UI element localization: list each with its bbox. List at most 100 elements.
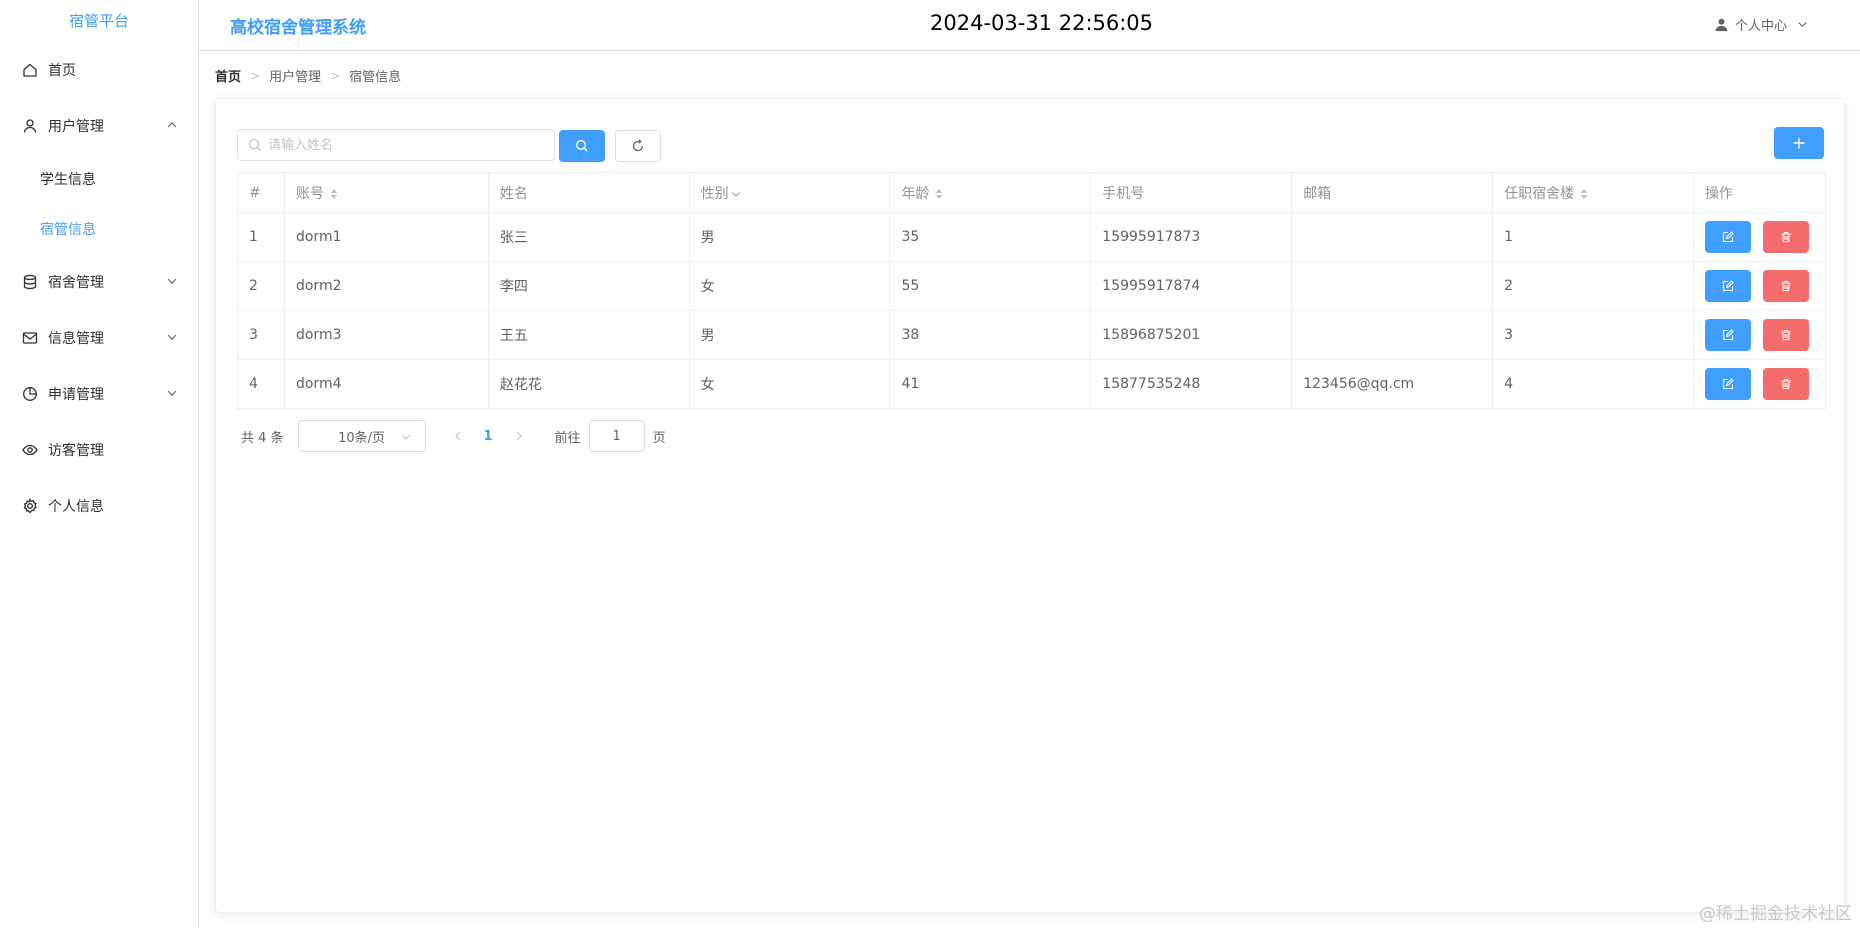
cell-building: 4 — [1492, 359, 1694, 409]
cell-actions — [1692, 261, 1827, 311]
cell-age: 41 — [889, 359, 1092, 409]
column-header-gender[interactable]: 性别 — [688, 172, 891, 213]
chevron-down-icon — [401, 435, 410, 440]
column-header-building[interactable]: 任职宿舍楼 — [1492, 172, 1694, 213]
pie-chart-icon — [22, 386, 38, 402]
next-page-button[interactable] — [513, 430, 525, 442]
search-icon — [248, 138, 261, 151]
sidebar-item-dorm-management[interactable]: 宿舍管理 — [0, 254, 198, 310]
sidebar-item-user-management[interactable]: 用户管理 — [0, 98, 198, 154]
sidebar-subitem-dorm-manager-info[interactable]: 宿管信息 — [0, 204, 198, 254]
sort-icon[interactable] — [1579, 188, 1589, 200]
delete-button[interactable] — [1762, 368, 1809, 400]
sidebar-item-label: 访客管理 — [48, 443, 104, 459]
sidebar-item-label: 宿舍管理 — [48, 275, 104, 291]
cell-name: 张三 — [487, 212, 690, 262]
cell-actions — [1692, 359, 1827, 409]
refresh-icon — [632, 139, 644, 152]
table-row: 4 dorm4 赵花花 女 41 15877535248 123456@qq.c… — [237, 359, 1827, 409]
chevron-up-icon — [166, 119, 178, 131]
search-input[interactable] — [268, 137, 548, 153]
sidebar-subitem-label: 宿管信息 — [40, 222, 96, 238]
gear-icon — [22, 498, 38, 514]
column-header-age[interactable]: 年龄 — [889, 172, 1092, 213]
cell-email — [1291, 261, 1494, 311]
column-header-index: # — [237, 172, 285, 213]
user-center-label: 个人中心 — [1734, 19, 1787, 34]
user-center-dropdown[interactable]: 个人中心 — [1714, 15, 1814, 34]
sidebar-subitem-label: 学生信息 — [40, 172, 96, 188]
sidebar-brand: 宿管平台 — [68, 12, 129, 30]
add-button[interactable] — [1774, 127, 1824, 159]
cell-index: 3 — [237, 310, 285, 360]
sidebar-item-application-management[interactable]: 申请管理 — [0, 366, 198, 422]
chevron-right-icon — [516, 431, 522, 441]
breadcrumb-separator-icon: > — [250, 68, 261, 83]
cell-age: 35 — [889, 212, 1092, 262]
cell-actions — [1692, 212, 1827, 262]
reset-button[interactable] — [615, 130, 661, 162]
sidebar-item-personal-info[interactable]: 个人信息 — [0, 478, 198, 534]
delete-button[interactable] — [1762, 270, 1809, 302]
delete-button[interactable] — [1762, 221, 1809, 253]
breadcrumb-separator-icon: > — [330, 68, 341, 83]
goto-page-input[interactable] — [588, 420, 645, 452]
edit-button[interactable] — [1704, 270, 1751, 302]
chevron-down-icon — [166, 331, 178, 343]
breadcrumb-current: 宿管信息 — [349, 70, 402, 85]
table-row: 1 dorm1 张三 男 35 15995917873 1 — [237, 212, 1827, 262]
sidebar-item-visitor-management[interactable]: 访客管理 — [0, 422, 198, 478]
user-icon — [22, 118, 38, 134]
search-field[interactable] — [237, 129, 555, 161]
page-size-select[interactable]: 10条/页 — [297, 420, 426, 452]
goto-label: 前往 — [554, 430, 581, 446]
cell-account: dorm3 — [283, 310, 489, 360]
cell-phone: 15995917873 — [1090, 212, 1293, 262]
sidebar-subitem-student-info[interactable]: 学生信息 — [0, 154, 198, 204]
prev-page-button[interactable] — [452, 430, 464, 442]
column-header-account[interactable]: 账号 — [283, 172, 489, 213]
chevron-down-icon — [166, 387, 178, 399]
chevron-down-icon — [166, 275, 178, 287]
edit-icon — [1722, 280, 1734, 292]
edit-button[interactable] — [1704, 221, 1751, 253]
edit-icon — [1722, 378, 1734, 390]
cell-email — [1291, 310, 1494, 360]
page-unit-label: 页 — [652, 430, 666, 446]
sort-icon[interactable] — [329, 188, 339, 200]
filter-chevron-icon[interactable] — [731, 189, 741, 199]
pagination-total: 共 4 条 — [241, 430, 284, 446]
edit-icon — [1722, 231, 1734, 243]
column-header-email: 邮箱 — [1291, 172, 1494, 213]
delete-button[interactable] — [1762, 319, 1809, 351]
page-number-current[interactable]: 1 — [478, 429, 499, 444]
column-header-actions: 操作 — [1692, 172, 1827, 213]
sidebar-item-info-management[interactable]: 信息管理 — [0, 310, 198, 366]
cell-name: 李四 — [487, 261, 690, 311]
cell-age: 55 — [889, 261, 1092, 311]
breadcrumb-user-management: 用户管理 — [269, 70, 322, 85]
edit-button[interactable] — [1704, 319, 1751, 351]
datetime-display: 2024-03-31 22:56:05 — [930, 11, 1154, 35]
sort-icon[interactable] — [934, 188, 944, 200]
cell-name: 赵花花 — [487, 359, 690, 409]
search-icon — [575, 139, 588, 152]
sidebar-item-label: 用户管理 — [48, 119, 104, 135]
sidebar-item-label: 信息管理 — [48, 331, 104, 347]
chevron-left-icon — [454, 431, 460, 441]
top-header: 高校宿舍管理系统 2024-03-31 22:56:05 个人中心 — [199, 0, 1860, 51]
chevron-down-icon — [1798, 22, 1807, 28]
watermark: @稀土掘金技术社区 — [1699, 904, 1852, 924]
edit-button[interactable] — [1704, 368, 1751, 400]
plus-icon — [1793, 137, 1805, 149]
cell-actions — [1692, 310, 1827, 360]
table-header-row: # 账号 姓名 性别 年龄 手机号 邮箱 任职宿舍楼 操作 — [237, 172, 1827, 213]
search-button[interactable] — [559, 130, 605, 162]
cell-email — [1291, 212, 1494, 262]
sidebar-item-home[interactable]: 首页 — [0, 42, 198, 98]
cell-phone: 15877535248 — [1090, 359, 1293, 409]
trash-icon — [1781, 231, 1791, 243]
breadcrumb-home[interactable]: 首页 — [215, 66, 241, 85]
mail-icon — [22, 330, 38, 346]
system-title: 高校宿舍管理系统 — [230, 18, 366, 38]
